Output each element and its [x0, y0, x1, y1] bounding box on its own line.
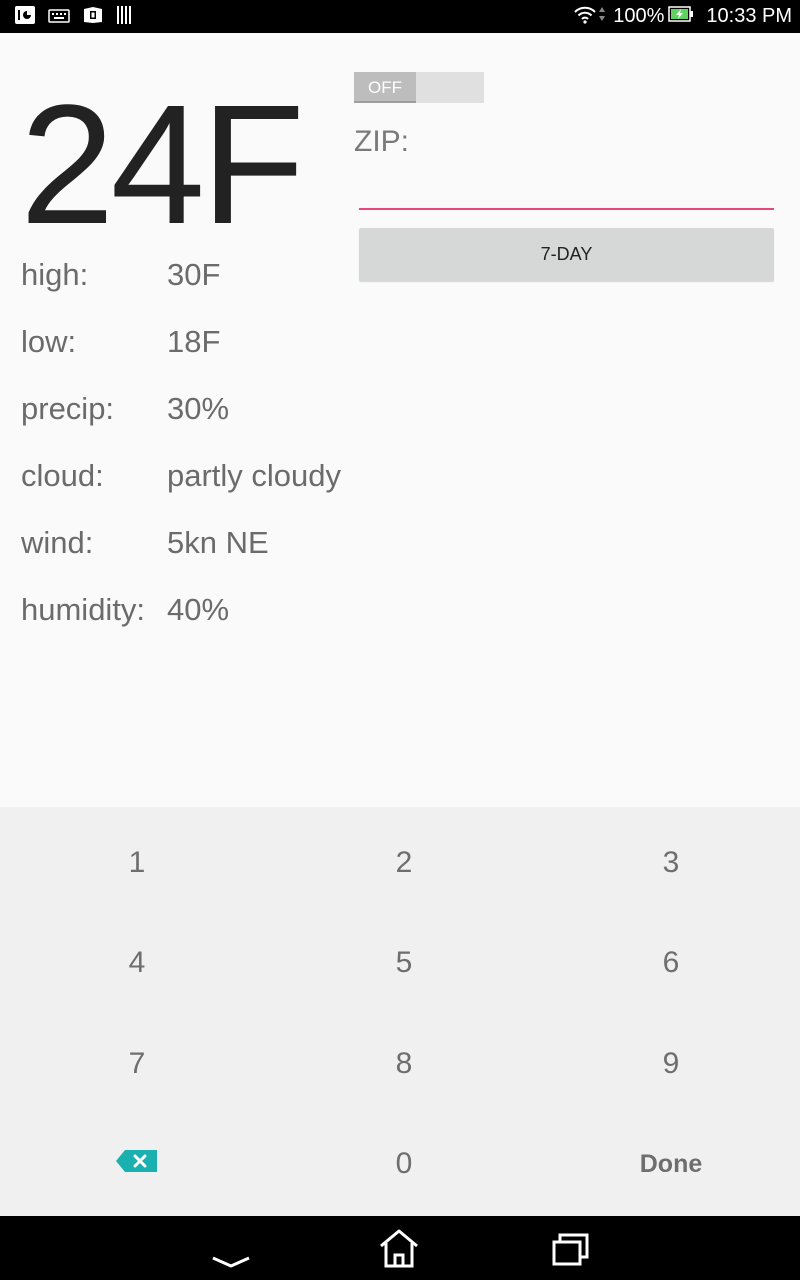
backspace-icon	[115, 1147, 159, 1181]
units-toggle[interactable]: OFF	[354, 72, 484, 103]
zip-input[interactable]	[359, 168, 774, 210]
detail-row-precip: precip: 30%	[21, 379, 361, 446]
detail-value: 40%	[167, 592, 230, 627]
detail-label: wind:	[21, 525, 94, 560]
done-key[interactable]: Done	[538, 1114, 800, 1214]
key-1[interactable]: 1	[4, 813, 270, 913]
key-9[interactable]: 9	[538, 1014, 800, 1114]
keyboard-icon	[48, 8, 70, 27]
key-8[interactable]: 8	[271, 1014, 537, 1114]
backspace-key[interactable]	[4, 1114, 270, 1214]
detail-value: 18F	[167, 324, 221, 359]
detail-row-wind: wind: 5kn NE	[21, 513, 361, 580]
data-activity-icon	[597, 4, 607, 30]
detail-label: humidity:	[21, 592, 146, 627]
usb-debug-icon	[14, 5, 36, 29]
detail-value: partly cloudy	[167, 458, 342, 493]
detail-value: 5kn NE	[167, 525, 269, 560]
detail-row-humidity: humidity: 40%	[21, 580, 361, 647]
detail-row-low: low: 18F	[21, 312, 361, 379]
back-icon	[201, 1255, 261, 1274]
numeric-keypad: 1 2 3 4 5 6 7 8 9 0 Done	[0, 807, 800, 1216]
recents-button[interactable]	[540, 1226, 600, 1270]
shop-icon	[82, 6, 104, 28]
current-temperature: 24F	[20, 70, 305, 260]
toggle-thumb: OFF	[354, 72, 416, 103]
detail-row-cloud: cloud: partly cloudy	[21, 446, 361, 513]
status-bar: 100% 10:33 PM	[0, 0, 800, 33]
detail-value: 30F	[167, 257, 221, 292]
navigation-bar	[0, 1216, 800, 1280]
key-7[interactable]: 7	[4, 1014, 270, 1114]
detail-value: 30%	[167, 391, 230, 426]
barcode-icon	[116, 5, 134, 29]
notification-icons	[14, 6, 146, 28]
home-button[interactable]	[369, 1226, 429, 1270]
key-5[interactable]: 5	[271, 913, 537, 1013]
system-status: 100% 10:33 PM	[573, 0, 792, 33]
key-0[interactable]: 0	[271, 1114, 537, 1214]
battery-charging-icon	[668, 5, 694, 29]
key-4[interactable]: 4	[4, 913, 270, 1013]
zip-label: ZIP:	[354, 125, 410, 158]
seven-day-button[interactable]: 7-DAY	[359, 228, 774, 281]
app-root: 100% 10:33 PM 24F high: 30F low: 18F pre…	[0, 0, 800, 1280]
home-icon	[369, 1229, 429, 1274]
key-2[interactable]: 2	[271, 813, 537, 913]
detail-label: high:	[21, 257, 89, 292]
recents-icon	[540, 1233, 600, 1274]
battery-percent: 100%	[613, 5, 665, 27]
key-6[interactable]: 6	[538, 913, 800, 1013]
wifi-icon	[573, 4, 597, 30]
key-3[interactable]: 3	[538, 813, 800, 913]
detail-label: low:	[21, 324, 77, 359]
clock: 10:33 PM	[706, 5, 792, 27]
weather-details: high: 30F low: 18F precip: 30% cloud: pa…	[21, 245, 361, 647]
back-button[interactable]	[201, 1226, 261, 1270]
detail-row-high: high: 30F	[21, 245, 361, 312]
detail-label: precip:	[21, 391, 115, 426]
detail-label: cloud:	[21, 458, 104, 493]
